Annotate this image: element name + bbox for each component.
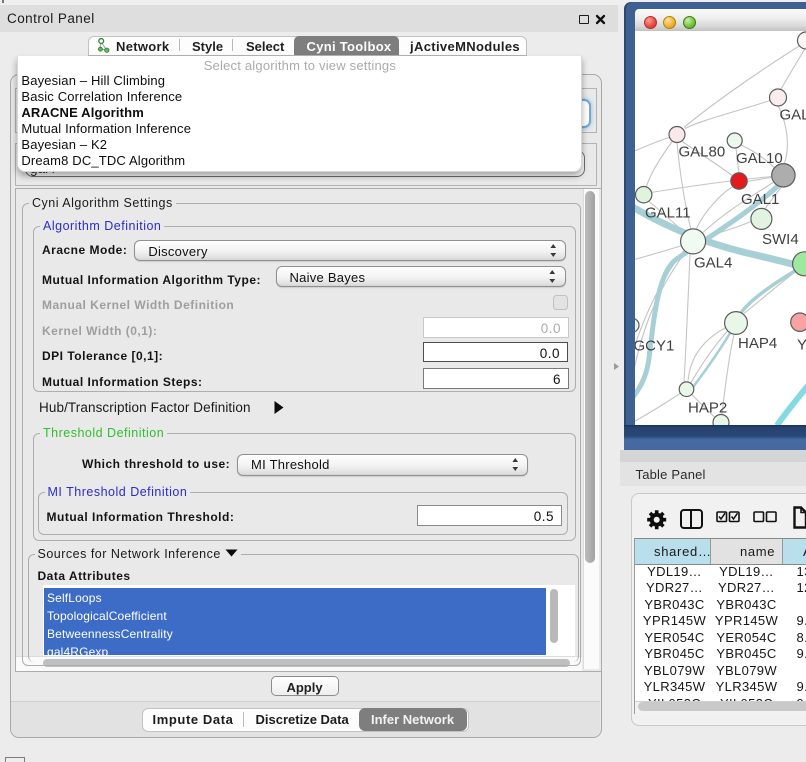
svg-text:SWI4: SWI4 xyxy=(762,231,799,248)
svg-text:HAP4: HAP4 xyxy=(738,335,777,352)
svg-text:GAL4: GAL4 xyxy=(694,254,732,271)
svg-text:GAL10: GAL10 xyxy=(736,150,783,167)
svg-text:Y: Y xyxy=(797,336,806,353)
svg-text:GAL: GAL xyxy=(780,106,806,123)
svg-text:GAL80: GAL80 xyxy=(679,143,726,160)
svg-text:GAL1: GAL1 xyxy=(741,191,779,208)
svg-text:GCY1: GCY1 xyxy=(635,337,674,354)
svg-text:GAL11: GAL11 xyxy=(645,204,691,221)
svg-text:HAP2: HAP2 xyxy=(688,399,727,416)
